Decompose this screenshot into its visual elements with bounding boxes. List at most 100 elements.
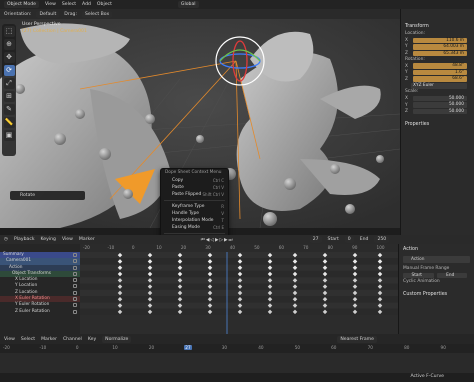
ruler-tick: 70: [303, 245, 309, 250]
context-item-easing-mode[interactable]: Easing Mode Ctrl E: [161, 224, 228, 231]
transform-orientation-dropdown[interactable]: Global: [177, 1, 199, 8]
menu-view[interactable]: View: [45, 2, 56, 7]
last-operator-panel[interactable]: Rotate: [10, 191, 85, 200]
channel-lock-icon[interactable]: [73, 253, 77, 257]
channel-lock-icon[interactable]: [73, 309, 77, 314]
cyclic-checkbox[interactable]: Cyclic Animation: [399, 279, 474, 285]
menu-select[interactable]: Select: [62, 2, 76, 7]
ruler-tick: 50: [294, 345, 301, 350]
channel-lock-icon[interactable]: [73, 278, 77, 283]
location-axis-label: X: [405, 37, 408, 43]
channel-lock-icon[interactable]: [73, 290, 77, 295]
menu-view-ge[interactable]: View: [4, 337, 15, 342]
active-fcurve-dropdown[interactable]: Active F-Curve: [410, 374, 444, 379]
transform-panel-title[interactable]: Transform: [401, 23, 474, 31]
location-z-field[interactable]: 65.343 m: [413, 50, 467, 57]
context-item-interpolation-mode[interactable]: Interpolation Mode T: [161, 217, 228, 224]
channel-label: Summary: [3, 252, 24, 257]
frame-ruler[interactable]: -20 -10 0 10 20 30 40 50 60 70 80 90 100: [80, 244, 398, 252]
context-item-shortcut: T: [221, 218, 224, 223]
transform-tool-icon[interactable]: ⊞: [3, 91, 15, 102]
menu-object[interactable]: Object: [97, 2, 112, 7]
drag-dropdown[interactable]: Select Box: [82, 10, 113, 18]
tool-settings-bar: Orientation: Default Drag: Select Box: [0, 9, 400, 19]
channel-label: Camera001: [6, 258, 32, 264]
rotation-mode-dropdown[interactable]: XYZ Euler: [411, 83, 467, 89]
orientation-dropdown[interactable]: Default: [36, 10, 60, 18]
npanel-end-field[interactable]: End: [436, 272, 467, 279]
scale-x-field[interactable]: 50.000: [413, 95, 467, 102]
rotate-tool-icon[interactable]: ⟳: [3, 65, 15, 76]
rotation-row: Y 1.6°: [401, 69, 474, 76]
channel-lock-icon[interactable]: [73, 303, 77, 308]
channel-list-header: [0, 244, 80, 252]
channel-lock-icon[interactable]: [73, 271, 77, 276]
rotation-x-field[interactable]: 48.8°: [413, 63, 467, 69]
move-tool-icon[interactable]: ✥: [3, 52, 15, 63]
scale-axis-label: Z: [405, 109, 408, 115]
end-field[interactable]: 250: [374, 236, 390, 243]
menu-add[interactable]: Add: [82, 2, 91, 7]
context-item-copy[interactable]: Copy Ctrl C: [161, 177, 228, 184]
ruler-tick: 80: [327, 245, 333, 250]
context-item-paste-flipped[interactable]: Paste Flipped Shift Ctrl V: [161, 191, 228, 198]
menu-key-ge[interactable]: Key: [88, 337, 96, 342]
current-frame-field[interactable]: 27: [309, 236, 322, 243]
action-name-field[interactable]: Action: [403, 256, 470, 263]
menu-select-ge[interactable]: Select: [21, 337, 35, 342]
channel-label: Action: [9, 264, 23, 270]
location-x-field[interactable]: 110.6 m: [413, 37, 467, 44]
menu-channel-ge[interactable]: Channel: [63, 337, 82, 342]
editor-type-icon[interactable]: ◷: [4, 237, 8, 242]
menu-keying[interactable]: Keying: [41, 237, 56, 242]
context-item-keyframe-type[interactable]: Keyframe Type R: [161, 203, 228, 210]
rotation-z-field[interactable]: 68.6°: [413, 76, 467, 83]
ruler-tick: 50: [254, 245, 260, 250]
measure-tool-icon[interactable]: 📏: [3, 117, 15, 128]
npanel-start-field[interactable]: Start: [403, 272, 434, 279]
action-panel-title[interactable]: Action: [399, 246, 474, 254]
rotation-y-field[interactable]: 1.6°: [413, 69, 467, 76]
context-item-handle-type[interactable]: Handle Type V: [161, 210, 228, 217]
cursor-tool-icon[interactable]: ⊕: [3, 39, 15, 50]
context-item-label: Keyframe Type: [172, 204, 205, 209]
status-bar: Active F-Curve: [0, 373, 474, 382]
ruler-tick: 40: [258, 345, 264, 350]
mode-dropdown[interactable]: Object Mode: [4, 1, 39, 8]
properties-panel-title[interactable]: Properties: [401, 121, 474, 129]
menu-view-ds[interactable]: View: [62, 237, 73, 242]
channel-lock-icon[interactable]: [73, 265, 77, 270]
graph-editor-area[interactable]: [0, 353, 474, 373]
current-frame-indicator[interactable]: 27: [184, 345, 192, 350]
location-axis-label: Y: [405, 44, 408, 50]
menu-marker-ge[interactable]: Marker: [41, 337, 57, 342]
playback-controls[interactable]: ⏮◀◁▶▷▶⏭: [201, 237, 234, 243]
select-tool-icon[interactable]: ⬚: [3, 26, 15, 37]
dopesheet-keyframe-area[interactable]: [80, 252, 398, 334]
menu-marker-ds[interactable]: Marker: [79, 237, 95, 242]
ruler-tick: -10: [107, 245, 115, 250]
scale-z-field[interactable]: 50.000: [413, 108, 467, 115]
start-field[interactable]: 0: [344, 236, 354, 243]
menu-playback[interactable]: Playback: [14, 237, 35, 242]
rotation-axis-label: X: [405, 63, 408, 69]
annotate-tool-icon[interactable]: ✎: [3, 104, 15, 115]
scale-y-field[interactable]: 50.000: [413, 102, 467, 108]
context-item-paste[interactable]: Paste Ctrl V: [161, 184, 228, 191]
ruler-tick: 90: [440, 345, 446, 350]
location-y-field[interactable]: 64.003 m: [413, 44, 467, 50]
snap-dropdown[interactable]: Nearest Frame: [337, 335, 377, 343]
scale-tool-icon[interactable]: ⤢: [3, 78, 15, 89]
context-menu-title: Dope Sheet Context Menu: [165, 170, 222, 175]
channel-lock-icon[interactable]: [73, 259, 77, 264]
ruler-tick: -10: [39, 345, 47, 350]
context-item-shortcut: R: [221, 204, 224, 209]
add-cube-tool-icon[interactable]: ▣: [3, 130, 15, 141]
custom-properties-title[interactable]: Custom Properties: [399, 291, 474, 299]
graph-frame-ruler[interactable]: -20 -10 0 10 20 27 30 40 50 60 70 80 90: [0, 344, 474, 353]
channel-row[interactable]: Z Euler Rotation: [0, 308, 80, 315]
channel-lock-icon[interactable]: [73, 284, 77, 289]
channel-label: Z Location: [15, 289, 38, 295]
normalize-toggle[interactable]: Normalize: [102, 335, 132, 343]
channel-lock-icon[interactable]: [73, 297, 77, 302]
